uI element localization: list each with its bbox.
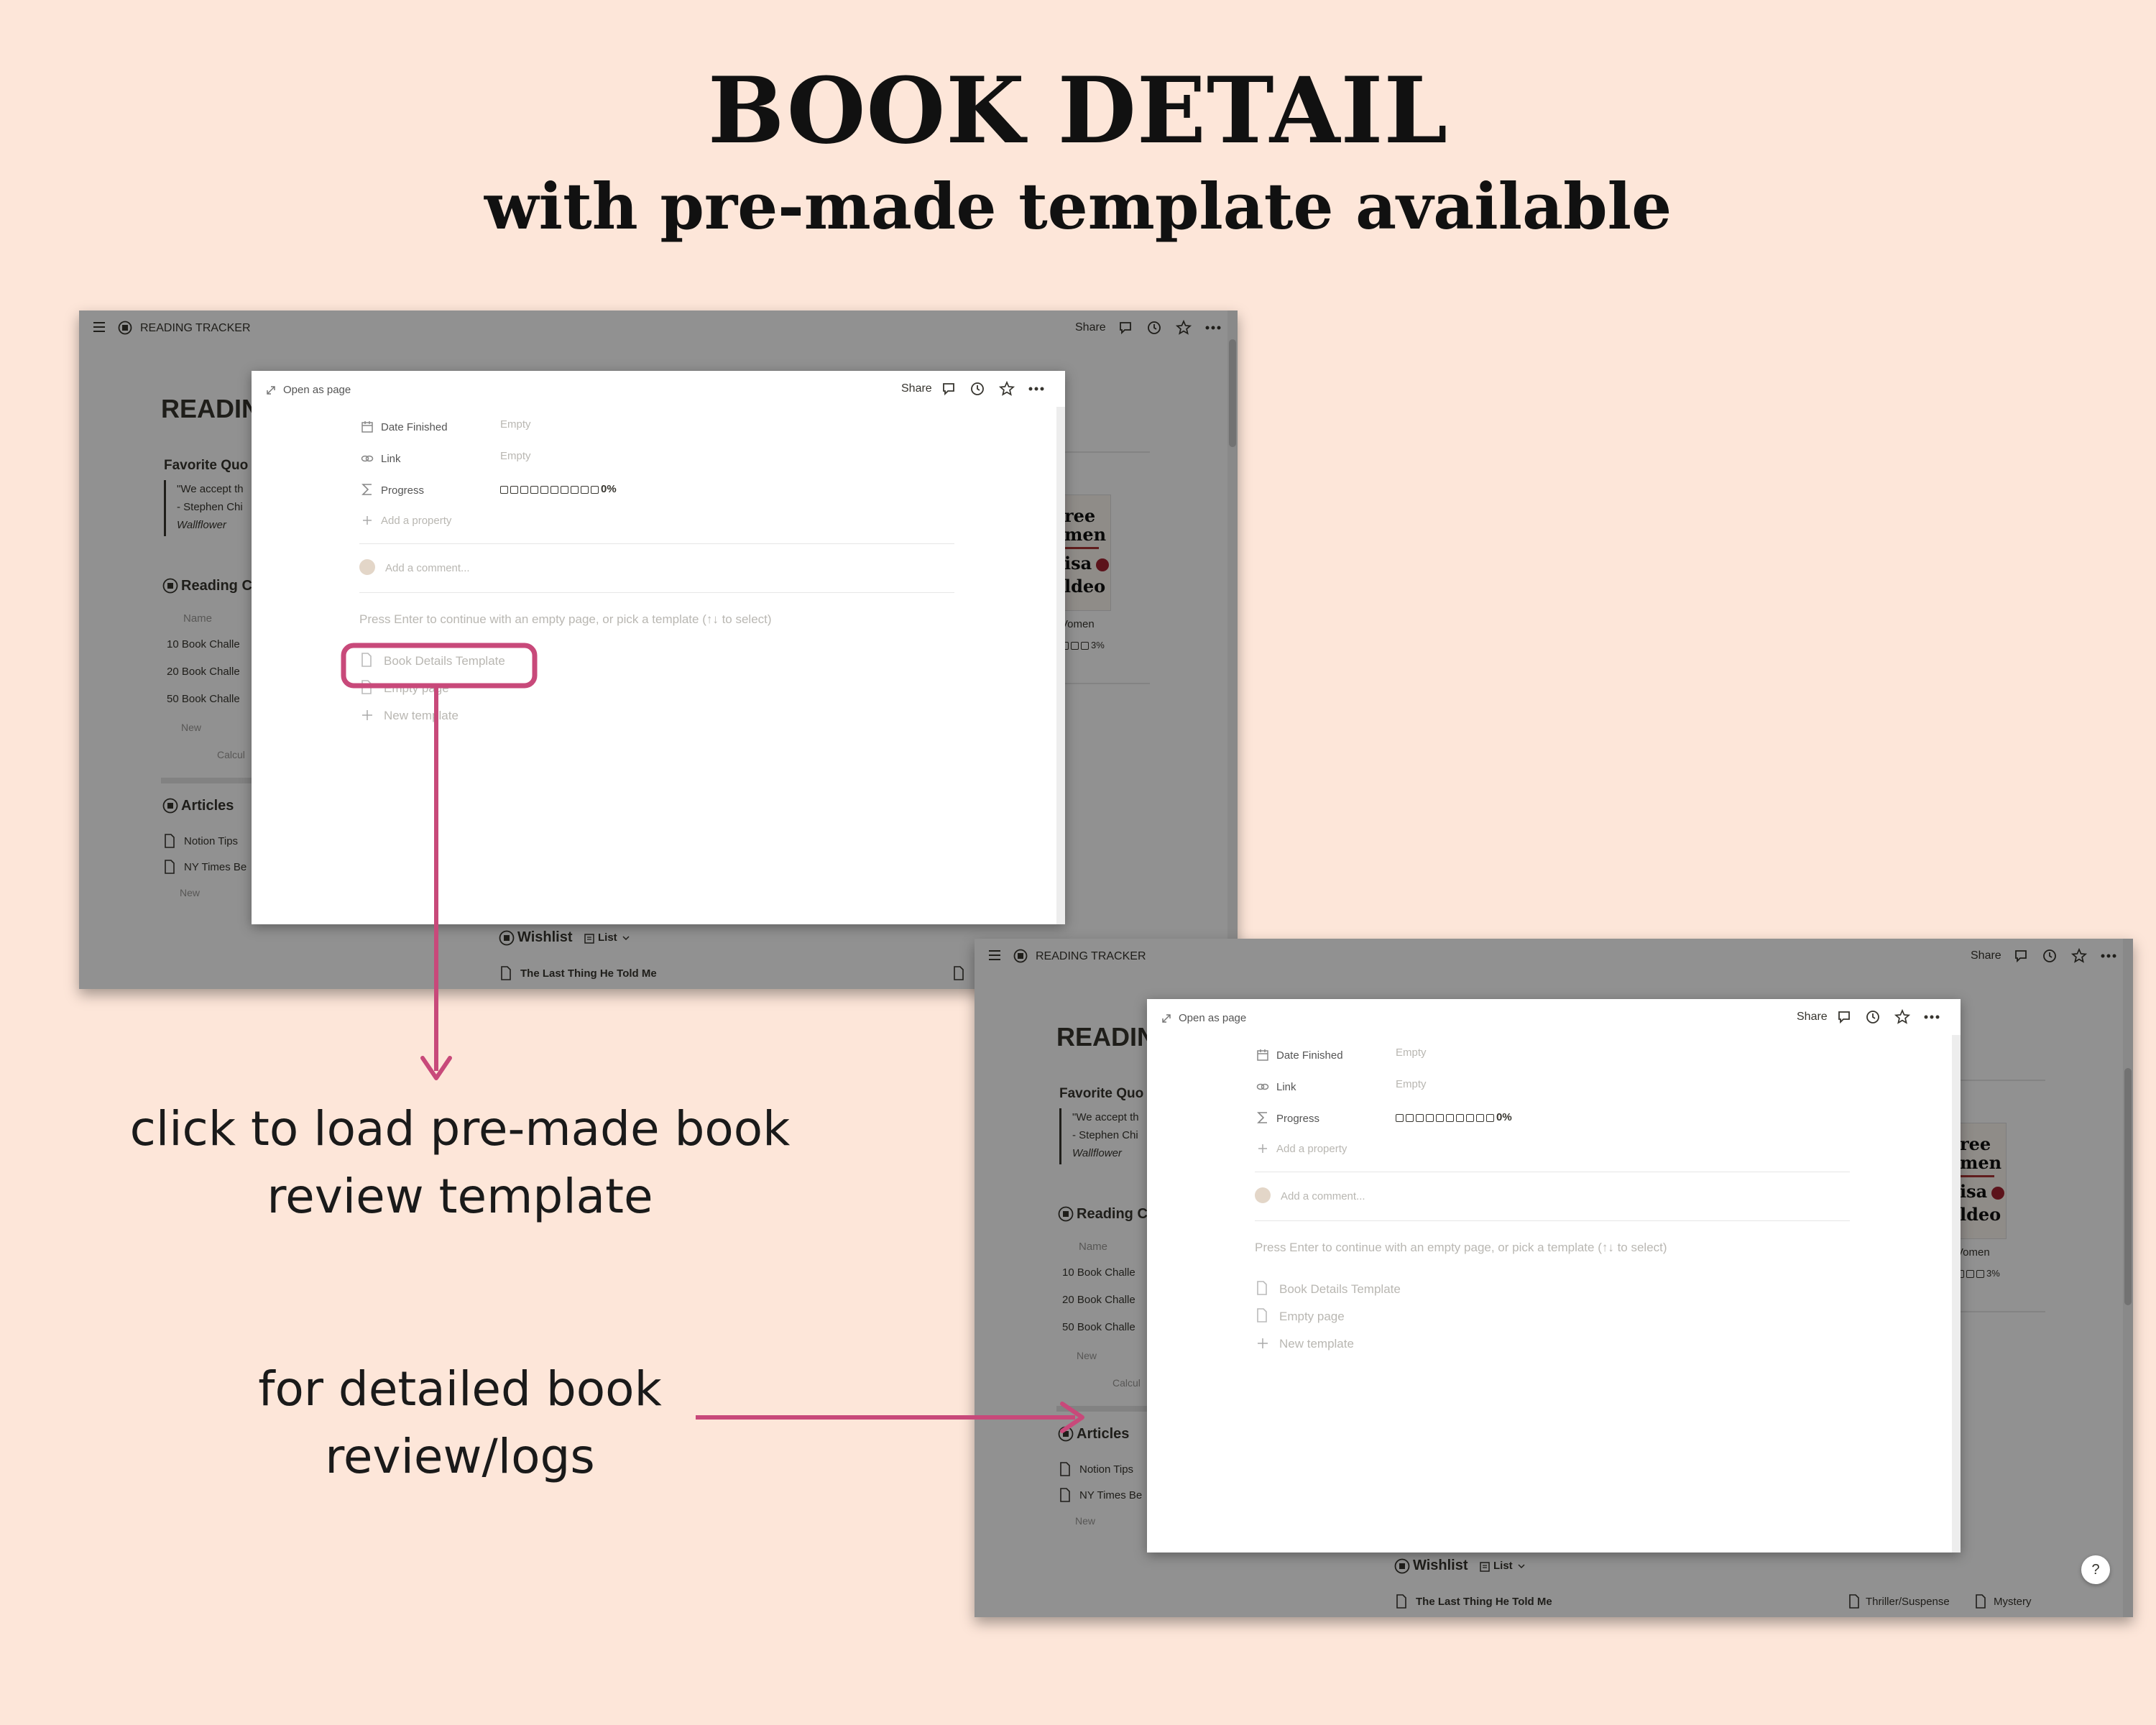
calendar-icon <box>361 421 373 433</box>
more-icon[interactable] <box>1028 386 1045 392</box>
open-as-page-button[interactable]: Open as page <box>1179 1012 1246 1024</box>
clock-icon[interactable] <box>970 382 985 396</box>
modal-scrollbar[interactable] <box>1952 1035 1961 1552</box>
link-icon <box>1256 1083 1269 1090</box>
page-modal: Open as page Share Date Finished Empty L… <box>252 371 1065 924</box>
caption-line: review/logs <box>325 1429 595 1484</box>
comment-input[interactable]: Add a comment... <box>385 562 470 574</box>
plus-icon <box>362 710 372 720</box>
comment-icon[interactable] <box>941 382 956 396</box>
property-name[interactable]: Link <box>1276 1081 1296 1093</box>
new-template-button[interactable]: New template <box>384 709 459 723</box>
property-value[interactable]: Empty <box>500 418 531 431</box>
progress-box <box>500 486 508 494</box>
page-title: BOOK DETAIL <box>707 58 1449 164</box>
page-modal: Open as page Share Date Finished Empty L… <box>1147 999 1961 1552</box>
plus-icon <box>363 516 372 525</box>
screenshot-template-picker: READING TRACKER Share READIN Favorite Qu… <box>79 310 1238 989</box>
comment-icon[interactable] <box>1837 1010 1851 1024</box>
property-value[interactable]: Empty <box>500 450 531 462</box>
property-name[interactable]: Date Finished <box>381 421 448 433</box>
caption-load-template: click to load pre-made book review templ… <box>108 1095 812 1230</box>
add-property-button[interactable]: Add a property <box>381 515 451 527</box>
caption-detailed-review: for detailed book review/logs <box>180 1356 740 1491</box>
divider <box>1255 1220 1850 1221</box>
avatar <box>1255 1187 1271 1203</box>
sigma-icon <box>1257 1112 1267 1123</box>
property-name[interactable]: Date Finished <box>1276 1049 1343 1062</box>
plus-icon <box>1258 1338 1268 1348</box>
share-button[interactable]: Share <box>901 382 932 395</box>
link-icon <box>361 455 374 462</box>
page-icon <box>361 653 372 667</box>
new-template-button[interactable]: New template <box>1279 1337 1354 1351</box>
star-icon[interactable] <box>999 381 1015 397</box>
progress-value[interactable]: 0% <box>1396 1111 1512 1123</box>
page-icon <box>1257 1308 1267 1322</box>
expand-icon[interactable] <box>266 385 276 395</box>
caption-line: for detailed book <box>258 1361 662 1417</box>
divider <box>359 543 954 544</box>
plus-icon <box>1258 1144 1267 1153</box>
property-name[interactable]: Progress <box>1276 1113 1319 1125</box>
template-hint: Press Enter to continue with an empty pa… <box>1255 1241 1667 1254</box>
property-name[interactable]: Link <box>381 453 401 465</box>
avatar <box>359 559 375 575</box>
page-icon <box>361 680 372 694</box>
sigma-icon <box>361 484 372 495</box>
star-icon[interactable] <box>1894 1009 1910 1025</box>
add-property-button[interactable]: Add a property <box>1276 1143 1347 1155</box>
progress-value[interactable]: 0% <box>500 483 617 495</box>
caption-line: review template <box>267 1169 653 1224</box>
property-value[interactable]: Empty <box>1396 1078 1427 1090</box>
help-label: ? <box>2091 1562 2100 1578</box>
page-icon <box>1257 1281 1267 1295</box>
arrow-head <box>420 1056 452 1080</box>
page-subtitle: with pre-made template available <box>484 169 1672 244</box>
expand-icon[interactable] <box>1161 1013 1171 1024</box>
screenshot-template-loaded: READING TRACKER Share READIN Favorite Qu… <box>975 939 2133 1617</box>
more-icon[interactable] <box>1923 1014 1940 1020</box>
clock-icon[interactable] <box>1866 1010 1880 1024</box>
template-option-book-details[interactable]: Book Details Template <box>384 654 505 668</box>
open-as-page-button[interactable]: Open as page <box>283 384 351 396</box>
modal-scrollbar[interactable] <box>1056 407 1065 924</box>
comment-input[interactable]: Add a comment... <box>1281 1190 1365 1202</box>
property-name[interactable]: Progress <box>381 484 424 497</box>
caption-line: click to load pre-made book <box>129 1101 791 1156</box>
divider <box>359 592 954 593</box>
template-option-empty-page[interactable]: Empty page <box>384 681 449 696</box>
property-value[interactable]: Empty <box>1396 1046 1427 1059</box>
help-button[interactable]: ? <box>2081 1555 2110 1584</box>
share-button[interactable]: Share <box>1797 1011 1828 1024</box>
template-hint: Press Enter to continue with an empty pa… <box>359 612 772 626</box>
template-option-book-details[interactable]: Book Details Template <box>1279 1282 1401 1297</box>
calendar-icon <box>1257 1049 1268 1061</box>
template-option-empty-page[interactable]: Empty page <box>1279 1310 1345 1324</box>
